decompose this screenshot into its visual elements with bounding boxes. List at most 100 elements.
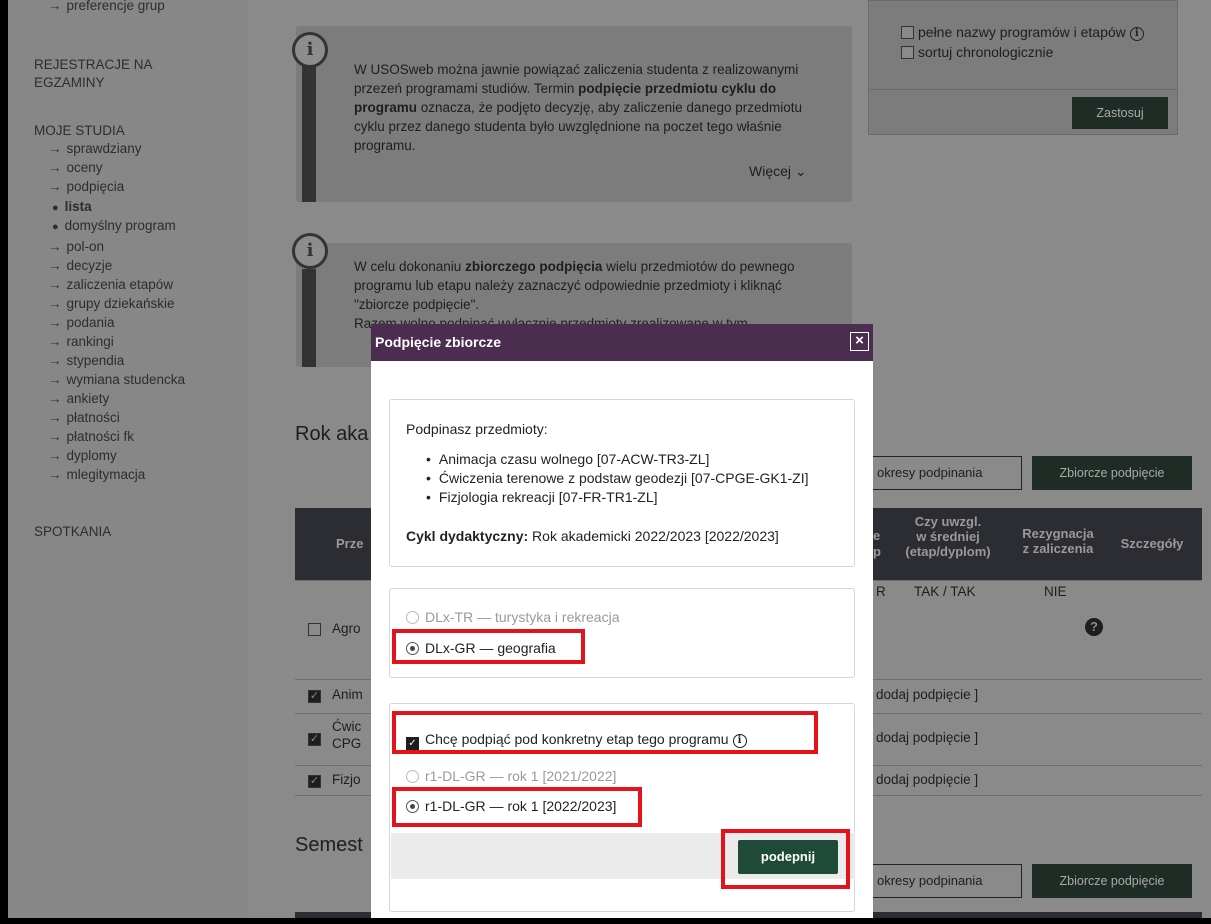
course-list: Animacja czasu wolnego [07-ACW-TR3-ZL] Ć… (426, 450, 809, 507)
program-option-tr: DLx-TR — turystyka i rekreacja (406, 609, 619, 625)
add-attachment-link[interactable]: dodaj podpięcie ] (876, 730, 978, 745)
sidebar-item-grades[interactable]: → oceny (48, 160, 103, 175)
arrow-right-icon: → (48, 0, 62, 13)
sidebar: → preferencje grup REJESTRACJE NA EGZAMIN… (8, 0, 248, 918)
list-item: Animacja czasu wolnego [07-ACW-TR3-ZL] (426, 450, 809, 469)
info-icon: i (292, 233, 328, 269)
row-subject[interactable]: Fizjo (332, 772, 361, 787)
display-options-panel: pełne nazwy programów i etapów i sortuj c… (868, 0, 1178, 135)
arrow-right-icon: → (48, 448, 62, 463)
dialog-title-bar: Podpięcie zbiorcze × (371, 324, 873, 361)
attach-periods-button[interactable]: okresy podpinania (868, 456, 1022, 490)
arrow-right-icon: → (48, 429, 62, 444)
radio-button (406, 770, 419, 783)
bullet-icon: ● (52, 202, 59, 214)
close-icon[interactable]: × (850, 332, 869, 351)
col-e: e (873, 528, 881, 543)
sidebar-section-my-studies[interactable]: MOJE STUDIA (34, 122, 125, 140)
highlight-box (392, 711, 818, 754)
more-link[interactable]: Więcej ⌄ (749, 163, 807, 180)
bulk-attach-button-2[interactable]: Zbiorcze podpięcie (1032, 864, 1192, 898)
row-subject[interactable]: Anim (332, 687, 363, 702)
sidebar-item-scholarships[interactable]: → stypendia (48, 353, 124, 368)
arrow-right-icon: → (48, 160, 62, 175)
row-checkbox[interactable]: ✓ (308, 733, 321, 746)
arrow-right-icon: → (48, 239, 62, 254)
arrow-right-icon: → (48, 179, 62, 194)
info-strip (302, 52, 316, 202)
row-subject[interactable]: Ćwic CPG (332, 718, 361, 752)
row-include-average: TAK / TAK (914, 584, 976, 599)
sidebar-item-stage-completions[interactable]: → zaliczenia etapów (48, 277, 173, 292)
highlight-box (392, 629, 585, 664)
bulk-attach-button[interactable]: Zbiorcze podpięcie (1032, 456, 1192, 490)
row-subject[interactable]: Agro (332, 621, 361, 636)
arrow-right-icon: → (48, 315, 62, 330)
info-strip (302, 269, 316, 367)
dialog-title: Podpięcie zbiorcze (375, 334, 502, 350)
info-icon: i (292, 32, 328, 68)
divider (869, 89, 1177, 90)
checkbox[interactable] (901, 26, 914, 39)
info-icon[interactable]: i (1129, 27, 1144, 41)
attach-periods-button-2[interactable]: okresy podpinania (868, 864, 1022, 898)
courses-card: Podpinasz przedmioty: Animacja czasu wol… (389, 399, 855, 567)
didactic-cycle: Cykl dydaktyczny: Rok akademicki 2022/20… (406, 528, 779, 544)
section-semester-title: Semest (295, 834, 363, 856)
sidebar-item-attachments[interactable]: → podpięcia (48, 179, 124, 194)
sidebar-item-diplomas[interactable]: → dyplomy (48, 448, 117, 463)
arrow-right-icon: → (48, 467, 62, 482)
sidebar-item-applications[interactable]: → podania (48, 315, 115, 330)
sidebar-item-mlegitymacja[interactable]: → mlegitymacja (48, 467, 145, 482)
courses-label: Podpinasz przedmioty: (406, 421, 548, 437)
option-full-names[interactable]: pełne nazwy programów i etapów i (901, 24, 1144, 41)
col-subject: Prze (336, 536, 364, 551)
row-checkbox[interactable]: ✓ (308, 775, 321, 788)
add-attachment-link[interactable]: dodaj podpięcie ] (876, 687, 978, 702)
sidebar-item-tests[interactable]: → sprawdziany (48, 141, 142, 156)
arrow-right-icon: → (48, 353, 62, 368)
sidebar-section-meetings[interactable]: SPOTKANIA (34, 523, 111, 541)
chevron-down-icon: ⌄ (794, 163, 807, 179)
row-checkbox[interactable]: ✓ (308, 690, 321, 703)
arrow-right-icon: → (48, 277, 62, 292)
sidebar-item-payments-fk[interactable]: → płatności fk (48, 429, 134, 444)
arrow-right-icon: → (48, 334, 62, 349)
list-item: Fizjologia rekreacji [07-FR-TR1-ZL] (426, 488, 809, 507)
add-attachment-link[interactable]: dodaj podpięcie ] (876, 772, 978, 787)
col-details: Szczegóły (1120, 536, 1184, 551)
info-box-attachments: i W USOSweb można jawnie powiązać zalicz… (292, 26, 852, 202)
help-icon[interactable]: ? (1085, 618, 1103, 636)
sidebar-item-rankings[interactable]: → rankingi (48, 334, 114, 349)
highlight-box (392, 787, 642, 827)
option-sort-chronological[interactable]: sortuj chronologicznie (901, 44, 1053, 60)
sidebar-item-pol-on[interactable]: → pol-on (48, 239, 104, 254)
row-resignation: NIE (1044, 584, 1067, 599)
row-value: R (876, 584, 886, 599)
arrow-right-icon: → (48, 141, 62, 156)
bulk-attach-dialog: Podpięcie zbiorcze × Podpinasz przedmiot… (371, 324, 873, 918)
sidebar-subitem-list[interactable]: ● lista (52, 199, 92, 214)
col-resignation: Rezygnacja z zaliczenia (1022, 526, 1094, 556)
sidebar-item-dean-groups[interactable]: → grupy dziekańskie (48, 296, 175, 311)
info-text: W celu dokonaniu zbiorczego podpięcia wi… (354, 259, 795, 331)
section-academic-year-title: Rok aka (295, 423, 369, 445)
sidebar-item-decisions[interactable]: → decyzje (48, 258, 112, 273)
col-include-in-average: Czy uwzgl. w średniej (etap/dyplom) (905, 514, 991, 559)
sidebar-item-surveys[interactable]: → ankiety (48, 391, 109, 406)
highlight-box (721, 829, 850, 889)
sidebar-link-group-preferences[interactable]: → preferencje grup (48, 0, 165, 13)
row-checkbox[interactable] (308, 623, 321, 636)
arrow-right-icon: → (48, 410, 62, 425)
arrow-right-icon: → (48, 296, 62, 311)
sidebar-subitem-default-program[interactable]: ● domyślny program (52, 218, 176, 233)
radio-button (406, 611, 419, 624)
sidebar-item-payments[interactable]: → płatności (48, 410, 120, 425)
arrow-right-icon: → (48, 372, 62, 387)
arrow-right-icon: → (48, 391, 62, 406)
apply-button[interactable]: Zastosuj (1072, 97, 1168, 129)
checkbox[interactable] (901, 46, 914, 59)
sidebar-item-student-exchange[interactable]: → wymiana studencka (48, 372, 185, 387)
list-item: Ćwiczenia terenowe z podstaw geodezji [0… (426, 469, 809, 488)
sidebar-section-exam-registrations[interactable]: REJESTRACJE NA EGZAMINY (34, 56, 224, 92)
